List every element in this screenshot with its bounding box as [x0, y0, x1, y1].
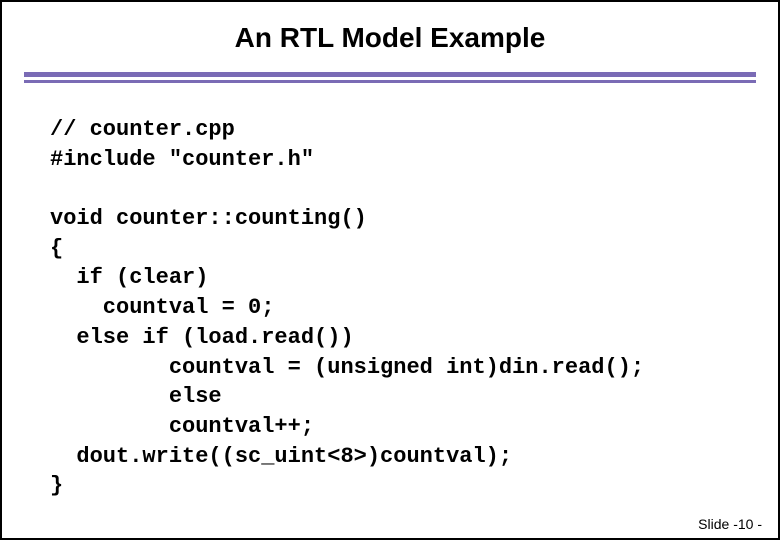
- slide-frame: An RTL Model Example // counter.cpp #inc…: [0, 0, 780, 540]
- footer-suffix: -: [753, 516, 762, 532]
- slide-footer: Slide -10 -: [698, 516, 762, 532]
- slide-title: An RTL Model Example: [2, 2, 778, 72]
- footer-page-number: 10: [738, 516, 754, 532]
- code-block: // counter.cpp #include "counter.h" void…: [2, 105, 778, 501]
- footer-prefix: Slide -: [698, 516, 738, 532]
- divider-line-thin: [24, 80, 756, 83]
- title-divider: [24, 72, 756, 83]
